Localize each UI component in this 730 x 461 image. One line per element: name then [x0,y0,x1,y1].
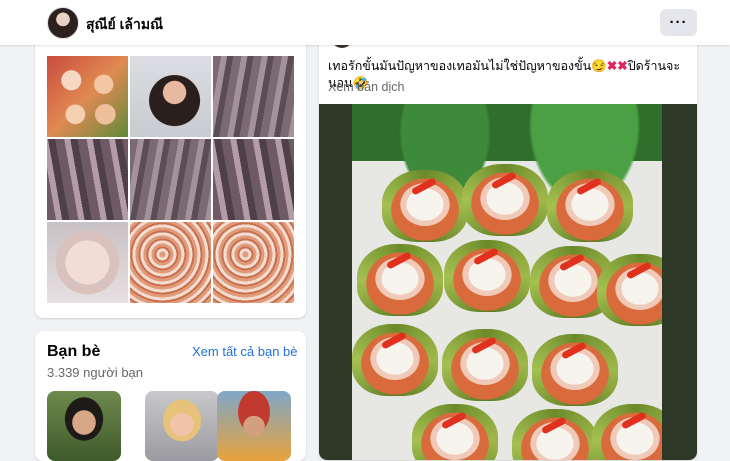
see-all-friends-link[interactable]: Xem tất cả bạn bè [192,344,298,359]
photo-thumbnail[interactable] [213,222,294,303]
friends-count: 3.339 người bạn [47,365,144,380]
food-cup [444,240,530,312]
food-cup [547,170,633,242]
cross-mark-icon: ✖✖ [606,59,628,73]
post-photo[interactable] [319,104,697,460]
friends-card: Bạn bè Xem tất cả bạn bè 3.339 người bạn [35,331,306,461]
friend-photo[interactable] [217,391,291,461]
photo-thumbnail[interactable] [47,56,128,137]
photo-thumbnail[interactable] [130,139,211,220]
photo-thumbnail[interactable] [213,56,294,137]
food-cup [532,334,618,406]
food-cup [412,404,498,460]
food-cup [512,409,598,460]
photo-thumbnail[interactable] [130,222,211,303]
face-emoji-icon: 😏 [591,59,607,73]
food-cup [592,404,662,460]
food-cup [382,170,468,242]
food-cup [597,254,662,326]
profile-name[interactable]: สุณีย์ เล้ามณี [86,14,163,36]
food-cup [352,324,438,396]
photo-thumbnail[interactable] [47,139,128,220]
profile-header: สุณีย์ เล้ามณี ··· [0,0,730,45]
food-photo [352,104,662,460]
photo-thumbnail[interactable] [47,222,128,303]
food-cup [357,244,443,316]
photo-thumbnail[interactable] [130,56,211,137]
photo-thumbnail[interactable] [213,139,294,220]
food-cup [462,164,548,236]
photos-card [35,30,306,318]
food-cup [442,329,528,401]
post-body: เทอรักขั้นมันปัญหาของเทอมันไม่ใช่ปัญหาขอ… [328,59,592,73]
post-card: เทอรักขั้นมันปัญหาของเทอมันไม่ใช่ปัญหาขอ… [319,30,697,460]
friend-photo[interactable] [47,391,121,461]
more-options-button[interactable]: ··· [660,9,697,36]
see-translation-link[interactable]: Xem bản dịch [328,80,404,94]
friend-photo[interactable] [145,391,219,461]
friends-title: Bạn bè [47,343,101,360]
profile-avatar[interactable] [47,7,79,39]
